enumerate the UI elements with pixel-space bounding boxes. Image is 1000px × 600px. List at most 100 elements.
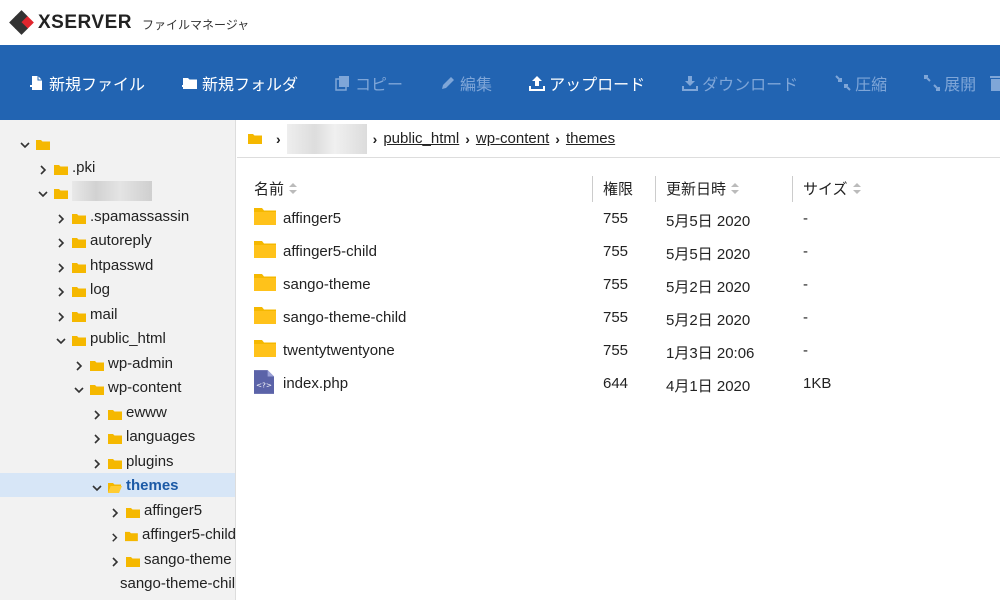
file-modified-date: 4月1日 2020 (666, 378, 751, 395)
tree-item[interactable]: wp-admin (0, 351, 235, 375)
column-divider[interactable] (655, 176, 656, 202)
folder-icon (72, 333, 86, 346)
chevron-right-icon[interactable] (92, 407, 102, 420)
chevron-down-icon[interactable] (74, 382, 84, 394)
folder-icon (54, 162, 68, 175)
logo[interactable]: XSERVER ファイルマネージャ (9, 10, 249, 35)
tree-item-label: ewww (126, 403, 167, 421)
folder-icon (108, 407, 122, 420)
delete-icon[interactable] (989, 74, 1000, 91)
folder-icon (125, 529, 139, 542)
chevron-right-icon[interactable] (56, 211, 66, 224)
folder-icon (254, 240, 276, 262)
tree-item[interactable]: languages (0, 424, 235, 448)
table-row[interactable]: sango-theme 755 5月2日 2020 - (237, 269, 1000, 302)
chevron-right-icon[interactable] (92, 456, 102, 469)
table-row[interactable]: sango-theme-child 755 5月2日 2020 - (237, 302, 1000, 335)
column-header-perm[interactable]: 権限 (603, 178, 633, 199)
file-modified-date: 5月2日 2020 (666, 312, 751, 329)
tree-item[interactable] (0, 179, 235, 203)
column-header-name-label: 名前 (254, 181, 285, 198)
breadcrumb: › › public_html › wp-content › themes (237, 120, 1000, 158)
new-file-button[interactable]: 新規ファイル (29, 71, 145, 95)
chevron-right-icon[interactable] (74, 358, 84, 371)
tree-item-label: wp-admin (108, 354, 174, 372)
file-permission: 755 (603, 309, 629, 326)
column-header-size[interactable]: サイズ (803, 178, 861, 199)
edit-button[interactable]: 編集 (440, 71, 492, 95)
extract-button[interactable]: 展開 (924, 71, 976, 95)
toolbar-button-label: コピー (355, 76, 404, 94)
compress-icon (835, 74, 851, 91)
chevron-right-icon[interactable] (92, 431, 102, 444)
tree-item[interactable]: sango-theme (0, 547, 235, 571)
toolbar-button-label: 圧縮 (855, 76, 888, 94)
tree-item[interactable]: htpasswd (0, 253, 235, 277)
file-name: affinger5-child (283, 243, 377, 260)
file-permission: 755 (603, 243, 629, 260)
file-permission: 644 (603, 375, 629, 392)
folder-icon (72, 284, 86, 297)
toolbar-button-label: ダウンロード (702, 76, 799, 94)
file-modified-date: 5月2日 2020 (666, 279, 751, 296)
chevron-right-icon[interactable] (38, 162, 48, 175)
chevron-right-icon[interactable] (56, 260, 66, 273)
copy-button[interactable]: コピー (335, 71, 403, 95)
root-folder-icon[interactable] (248, 133, 262, 144)
column-divider[interactable] (792, 176, 793, 202)
tree-item[interactable]: autoreply (0, 228, 235, 252)
chevron-down-icon[interactable] (20, 137, 30, 149)
chevron-down-icon[interactable] (56, 333, 66, 345)
chevron-down-icon[interactable] (38, 186, 48, 198)
chevron-right-icon[interactable] (56, 284, 66, 297)
tree-item[interactable]: sango-theme-child (0, 571, 236, 600)
column-header-date[interactable]: 更新日時 (666, 178, 740, 199)
tree-item[interactable]: mail (0, 302, 235, 326)
compress-button[interactable]: 圧縮 (835, 71, 887, 95)
tree-item[interactable]: .pki (0, 155, 235, 179)
edit-icon (440, 75, 456, 91)
file-name: twentytwentyone (283, 342, 395, 359)
tree-item[interactable]: ewww (0, 400, 235, 424)
table-row[interactable]: twentytwentyone 755 1月3日 20:06 - (237, 335, 1000, 368)
tree-item-label: sango-theme-child (120, 574, 236, 592)
folder-icon (90, 358, 104, 371)
upload-button[interactable]: アップロード (529, 71, 645, 95)
folder-icon (254, 339, 276, 361)
tree-item[interactable]: public_html (0, 326, 235, 350)
tree-item-label: languages (126, 427, 196, 445)
breadcrumb-public-html[interactable]: public_html (383, 130, 459, 147)
tree-item[interactable]: wp-content (0, 375, 235, 399)
tree-item[interactable] (0, 130, 235, 154)
tree-item-label: .pki (72, 158, 96, 176)
chevron-right-icon[interactable] (110, 554, 120, 567)
table-row[interactable]: affinger5-child 755 5月5日 2020 - (237, 236, 1000, 269)
table-row[interactable]: <?> index.php 644 4月1日 2020 1KB (237, 368, 1000, 401)
column-header-name[interactable]: 名前 (254, 178, 298, 199)
breadcrumb-wp-content[interactable]: wp-content (476, 130, 549, 147)
column-divider[interactable] (592, 176, 593, 202)
chevron-down-icon[interactable] (92, 480, 102, 492)
tree-item[interactable]: themes (0, 473, 235, 497)
folder-icon (108, 456, 122, 469)
download-button[interactable]: ダウンロード (682, 71, 798, 95)
tree-item-label: wp-content (108, 378, 182, 396)
tree-item[interactable]: .spamassassin (0, 204, 235, 228)
chevron-right-icon[interactable] (56, 235, 66, 248)
folder-icon (254, 207, 276, 229)
folder-icon (126, 554, 140, 567)
new-folder-button[interactable]: 新規フォルダ (182, 71, 298, 95)
table-row[interactable]: affinger5 755 5月5日 2020 - (237, 203, 1000, 236)
breadcrumb-themes[interactable]: themes (566, 130, 615, 147)
tree-item[interactable]: log (0, 277, 235, 301)
php-file-icon: <?> (254, 370, 274, 398)
tree-item[interactable]: plugins (0, 449, 235, 473)
chevron-right-icon[interactable] (110, 505, 120, 518)
tree-item[interactable]: affinger5-child (0, 522, 236, 546)
chevron-right-icon[interactable] (110, 529, 119, 542)
tree-item-label: affinger5-child (142, 525, 236, 543)
tree-item[interactable]: affinger5 (0, 498, 235, 522)
chevron-right-icon[interactable] (56, 309, 66, 322)
file-name: sango-theme (283, 276, 371, 293)
breadcrumb-redacted[interactable] (286, 123, 367, 154)
